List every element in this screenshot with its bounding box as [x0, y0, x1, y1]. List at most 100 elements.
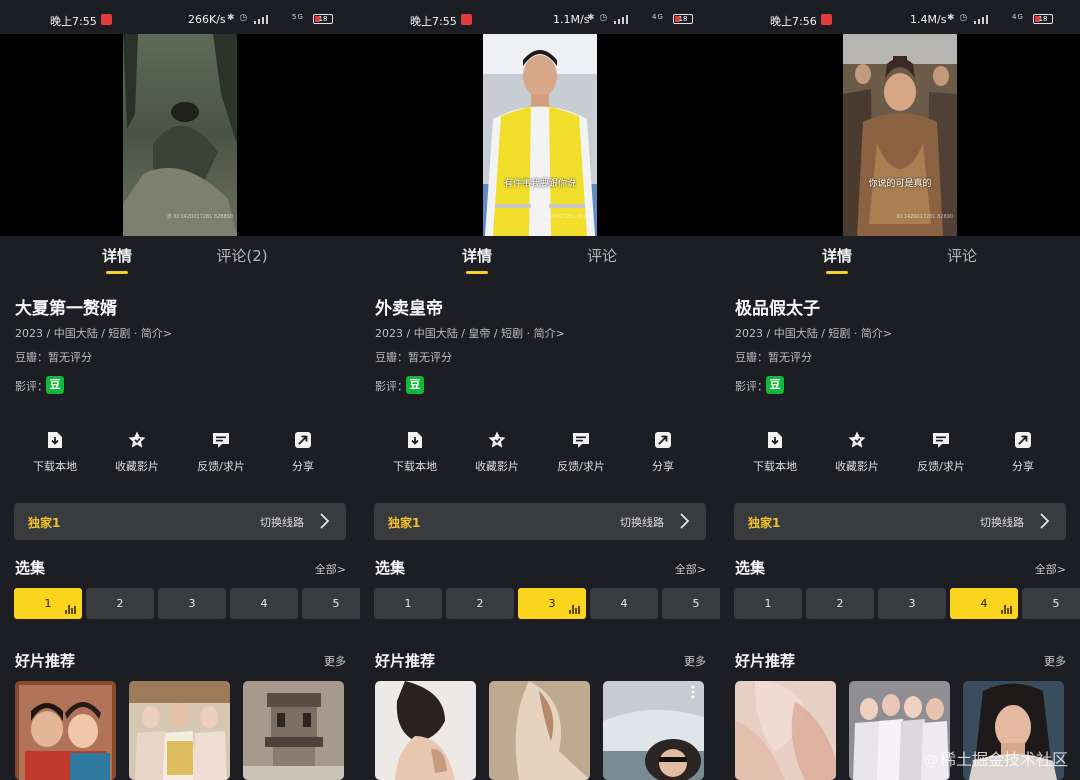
- route-name: 独家1: [28, 516, 61, 530]
- video-frame[interactable]: 赤 ID:1420017281 828890: [123, 34, 237, 236]
- episode-2[interactable]: 2: [446, 588, 514, 619]
- tab-comments[interactable]: 评论: [907, 245, 1017, 266]
- recommendations-title: 好片推荐: [15, 652, 76, 670]
- recommendation-poster[interactable]: [735, 681, 836, 780]
- episode-2[interactable]: 2: [806, 588, 874, 619]
- tab-details[interactable]: 详情: [422, 245, 532, 266]
- route-name: 独家1: [388, 516, 421, 530]
- recommendation-poster[interactable]: [603, 681, 704, 780]
- feedback-button[interactable]: 反馈/求片: [180, 426, 262, 474]
- switch-route-label: 切换线路: [980, 516, 1024, 529]
- route-selector[interactable]: 独家1 切换线路: [734, 503, 1066, 540]
- episode-1[interactable]: 1: [14, 588, 82, 619]
- episodes-all-link[interactable]: 全部>: [675, 561, 706, 577]
- episode-3[interactable]: 3: [518, 588, 586, 619]
- episodes-all-link[interactable]: 全部>: [1035, 561, 1066, 577]
- episode-label: 3: [548, 597, 556, 610]
- signal-icon: [614, 15, 628, 24]
- action-label: 收藏影片: [475, 460, 519, 473]
- download-button[interactable]: 下载本地: [374, 426, 456, 474]
- favorite-button[interactable]: 收藏影片: [96, 426, 178, 474]
- route-selector[interactable]: 独家1 切换线路: [14, 503, 346, 540]
- share-button[interactable]: 分享: [262, 426, 344, 474]
- download-button[interactable]: 下载本地: [734, 426, 816, 474]
- action-label: 分享: [292, 460, 314, 473]
- tab-details[interactable]: 详情: [782, 245, 892, 266]
- share-button[interactable]: 分享: [982, 426, 1064, 474]
- episode-4[interactable]: 4: [590, 588, 658, 619]
- video-frame[interactable]: 有件事我要跟你说 ID:1420017281 82890: [483, 34, 597, 236]
- episode-5[interactable]: 5: [662, 588, 720, 619]
- recommendation-poster[interactable]: [129, 681, 230, 780]
- episode-1[interactable]: 1: [374, 588, 442, 619]
- recommendations-more-link[interactable]: 更多: [684, 653, 706, 669]
- favorite-button[interactable]: 收藏影片: [456, 426, 538, 474]
- recommendation-poster[interactable]: [489, 681, 590, 780]
- share-icon: [295, 432, 311, 448]
- douban-icon[interactable]: 豆: [46, 376, 64, 394]
- episode-label: 2: [836, 597, 844, 610]
- feedback-icon: [213, 433, 229, 448]
- switch-route-label: 切换线路: [260, 516, 304, 529]
- network-speed: 266K/s: [188, 13, 226, 26]
- feedback-button[interactable]: 反馈/求片: [900, 426, 982, 474]
- download-button[interactable]: 下载本地: [14, 426, 96, 474]
- action-label: 下载本地: [393, 460, 437, 473]
- feedback-icon: [933, 433, 949, 448]
- episodes-all-link[interactable]: 全部>: [315, 561, 346, 577]
- route-name: 独家1: [748, 516, 781, 530]
- episode-3[interactable]: 3: [878, 588, 946, 619]
- tab-details[interactable]: 详情: [62, 245, 172, 266]
- status-time: 晚上7:55: [410, 15, 457, 28]
- video-frame[interactable]: 你说的可是真的 ID:1420017281 82890: [843, 34, 957, 236]
- episode-label: 5: [1052, 597, 1060, 610]
- douban-icon[interactable]: 豆: [406, 376, 424, 394]
- detail-tabs: 详情 评论(2): [0, 236, 360, 282]
- review-label: 影评：: [375, 380, 408, 393]
- recommendations-more-link[interactable]: 更多: [324, 653, 346, 669]
- drama-title: 极品假太子: [735, 299, 820, 319]
- app-notification-icon: [821, 14, 832, 25]
- tab-indicator: [826, 271, 848, 274]
- favorite-button[interactable]: 收藏影片: [816, 426, 898, 474]
- phone-screen: 晚上7:55 266K/s ✱ ◷ 5G 18 赤 ID:1420017281 …: [0, 0, 360, 780]
- feedback-button[interactable]: 反馈/求片: [540, 426, 622, 474]
- douban-rating: 豆瓣：暂无评分: [735, 351, 812, 364]
- app-notification-icon: [101, 14, 112, 25]
- drama-title: 外卖皇帝: [375, 299, 443, 319]
- video-subtitle: 有件事我要跟你说: [503, 179, 576, 189]
- video-player[interactable]: 有件事我要跟你说 ID:1420017281 82890: [360, 34, 720, 236]
- drama-meta[interactable]: 2023 / 中国大陆 / 短剧 · 简介>: [735, 325, 892, 341]
- route-selector[interactable]: 独家1 切换线路: [374, 503, 706, 540]
- episode-label: 2: [476, 597, 484, 610]
- tab-comments[interactable]: 评论: [547, 245, 657, 266]
- drama-meta[interactable]: 2023 / 中国大陆 / 皇帝 / 短剧 · 简介>: [375, 325, 565, 341]
- recommendations-title: 好片推荐: [375, 652, 436, 670]
- episode-4[interactable]: 4: [230, 588, 298, 619]
- app-notification-icon: [461, 14, 472, 25]
- playing-icon: [569, 604, 581, 614]
- video-player[interactable]: 你说的可是真的 ID:1420017281 82890: [720, 34, 1080, 236]
- action-label: 分享: [1012, 460, 1034, 473]
- video-player[interactable]: 赤 ID:1420017281 828890: [0, 34, 360, 236]
- share-button[interactable]: 分享: [622, 426, 704, 474]
- signal-icon: [974, 15, 988, 24]
- episode-5[interactable]: 5: [302, 588, 360, 619]
- episode-label: 4: [620, 597, 628, 610]
- episode-2[interactable]: 2: [86, 588, 154, 619]
- episode-label: 1: [44, 597, 52, 610]
- episode-3[interactable]: 3: [158, 588, 226, 619]
- episode-4[interactable]: 4: [950, 588, 1018, 619]
- recommendation-poster[interactable]: [243, 681, 344, 780]
- douban-icon[interactable]: 豆: [766, 376, 784, 394]
- recommendations-more-link[interactable]: 更多: [1044, 653, 1066, 669]
- tab-comments[interactable]: 评论(2): [187, 245, 297, 266]
- recommendation-poster[interactable]: [375, 681, 476, 780]
- episode-5[interactable]: 5: [1022, 588, 1080, 619]
- action-label: 收藏影片: [115, 460, 159, 473]
- status-time: 晚上7:56: [770, 15, 817, 28]
- recommendation-poster[interactable]: [15, 681, 116, 780]
- drama-meta[interactable]: 2023 / 中国大陆 / 短剧 · 简介>: [15, 325, 172, 341]
- episode-1[interactable]: 1: [734, 588, 802, 619]
- chevron-right-icon: [1040, 513, 1050, 529]
